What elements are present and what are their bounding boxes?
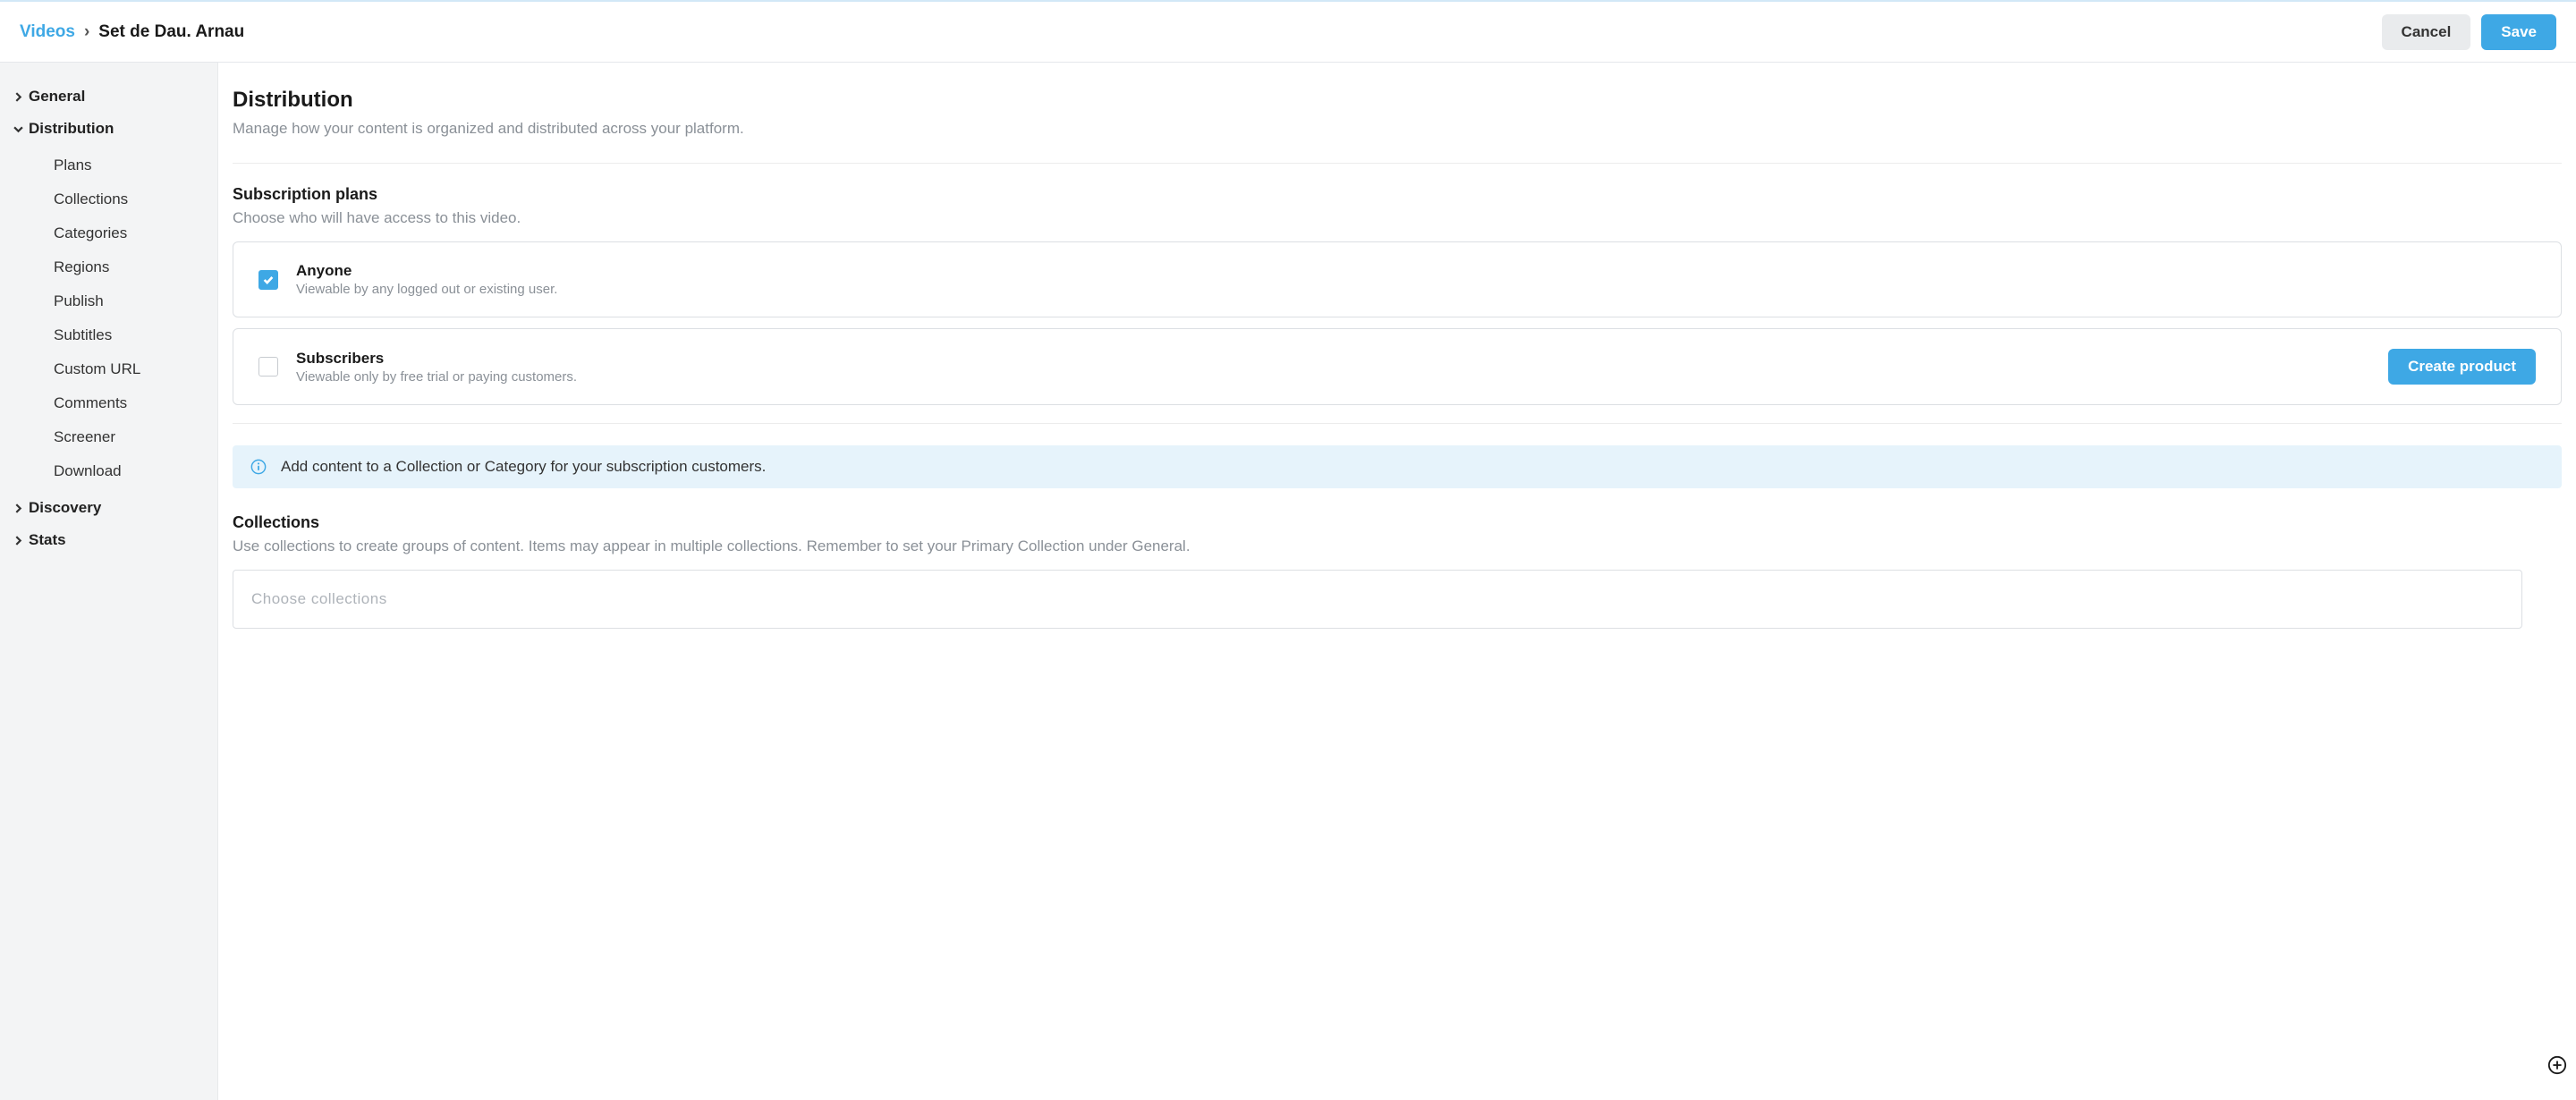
sidebar-item-publish[interactable]: Publish xyxy=(0,284,217,318)
plan-text: Anyone Viewable by any logged out or exi… xyxy=(296,262,2536,297)
sidebar-item-download[interactable]: Download xyxy=(0,454,217,488)
sidebar-section-discovery[interactable]: Discovery xyxy=(0,492,217,524)
sidebar-item-categories[interactable]: Categories xyxy=(0,216,217,250)
chevron-right-icon xyxy=(13,535,23,546)
plans-heading: Subscription plans xyxy=(233,185,2562,204)
plan-text: Subscribers Viewable only by free trial … xyxy=(296,350,2370,385)
plans-subheading: Choose who will have access to this vide… xyxy=(233,209,2562,227)
sidebar-section-label: Discovery xyxy=(29,499,101,517)
plan-option-subscribers[interactable]: Subscribers Viewable only by free trial … xyxy=(233,328,2562,405)
breadcrumb-root-link[interactable]: Videos xyxy=(20,22,75,42)
cancel-button[interactable]: Cancel xyxy=(2382,14,2471,50)
sidebar-section-stats[interactable]: Stats xyxy=(0,524,217,556)
sidebar-item-subtitles[interactable]: Subtitles xyxy=(0,318,217,352)
breadcrumb-current: Set de Dau. Arnau xyxy=(98,22,244,42)
sidebar: General Distribution Plans Collections C… xyxy=(0,63,218,1100)
sidebar-section-general[interactable]: General xyxy=(0,80,217,113)
sidebar-section-distribution[interactable]: Distribution xyxy=(0,113,217,145)
add-icon[interactable] xyxy=(2547,1055,2567,1075)
plan-desc: Viewable only by free trial or paying cu… xyxy=(296,369,2370,385)
info-icon xyxy=(250,459,267,475)
divider xyxy=(233,423,2562,424)
sidebar-section-label: Distribution xyxy=(29,120,114,138)
checkbox-subscribers[interactable] xyxy=(258,357,278,377)
sidebar-item-custom-url[interactable]: Custom URL xyxy=(0,352,217,386)
breadcrumb: Videos › Set de Dau. Arnau xyxy=(20,22,244,42)
divider xyxy=(233,163,2562,164)
info-text: Add content to a Collection or Category … xyxy=(281,458,766,476)
chevron-right-icon xyxy=(13,91,23,102)
collections-subheading: Use collections to create groups of cont… xyxy=(233,537,2562,555)
sidebar-item-plans[interactable]: Plans xyxy=(0,148,217,182)
sidebar-section-label: Stats xyxy=(29,531,66,549)
plan-title: Anyone xyxy=(296,262,2536,280)
plan-title: Subscribers xyxy=(296,350,2370,368)
page-subtitle: Manage how your content is organized and… xyxy=(233,120,2562,138)
collections-heading: Collections xyxy=(233,513,2562,532)
chevron-down-icon xyxy=(13,123,23,134)
info-banner: Add content to a Collection or Category … xyxy=(233,445,2562,488)
plan-option-anyone[interactable]: Anyone Viewable by any logged out or exi… xyxy=(233,241,2562,317)
sidebar-item-collections[interactable]: Collections xyxy=(0,182,217,216)
plan-desc: Viewable by any logged out or existing u… xyxy=(296,282,2536,297)
sidebar-section-label: General xyxy=(29,88,85,106)
checkbox-anyone[interactable] xyxy=(258,270,278,290)
sidebar-item-comments[interactable]: Comments xyxy=(0,386,217,420)
chevron-right-icon: › xyxy=(84,22,89,42)
chevron-right-icon xyxy=(13,503,23,513)
create-product-button[interactable]: Create product xyxy=(2388,349,2536,385)
sidebar-item-screener[interactable]: Screener xyxy=(0,420,217,454)
main-content: Distribution Manage how your content is … xyxy=(218,63,2576,1100)
topbar: Videos › Set de Dau. Arnau Cancel Save xyxy=(0,0,2576,63)
collections-select[interactable]: Choose collections xyxy=(233,570,2522,629)
page-title: Distribution xyxy=(233,88,2562,113)
sidebar-item-regions[interactable]: Regions xyxy=(0,250,217,284)
sidebar-subitems-distribution: Plans Collections Categories Regions Pub… xyxy=(0,145,217,492)
top-actions: Cancel Save xyxy=(2382,14,2556,50)
save-button[interactable]: Save xyxy=(2481,14,2556,50)
